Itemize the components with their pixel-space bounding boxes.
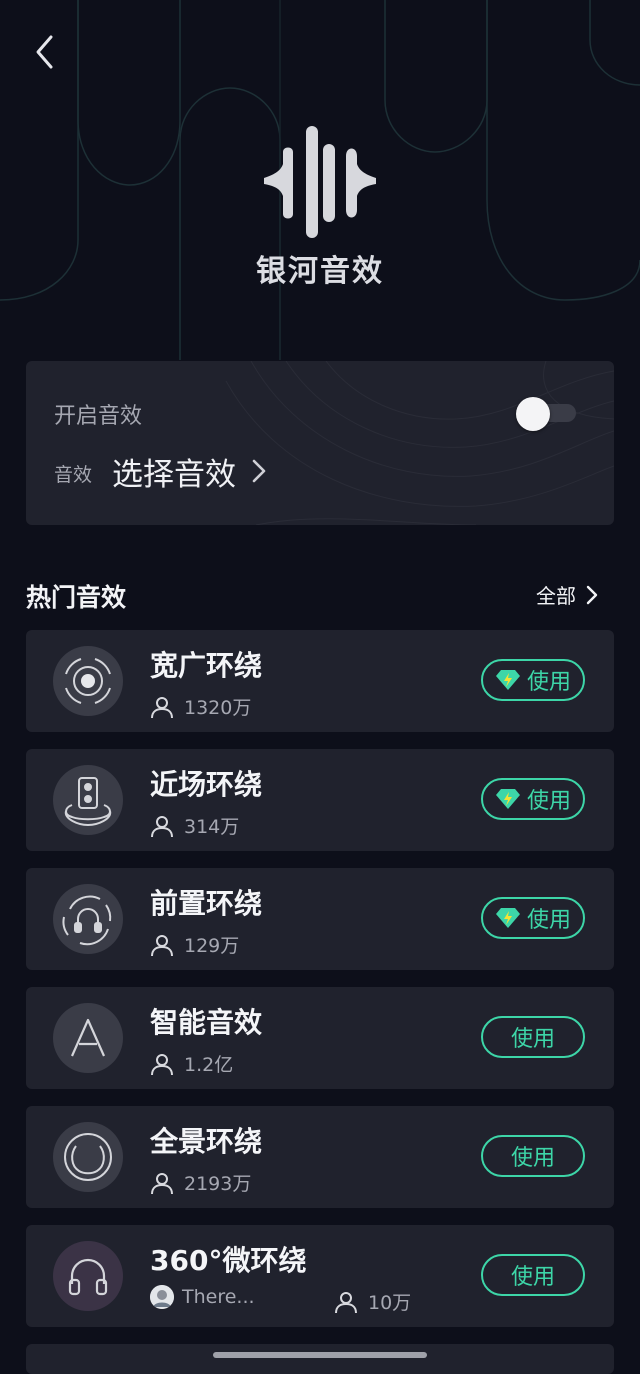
user-count: 1320万 [150,693,251,720]
use-button[interactable]: 使用 [481,778,585,820]
galaxy-sound-logo-icon [264,126,376,238]
effect-name: 宽广环绕 [150,649,263,682]
use-button[interactable]: 使用 [481,1135,585,1177]
effect-name: 前置环绕 [150,887,263,920]
vip-diamond-icon [495,789,520,809]
chevron-right-icon [586,585,598,604]
effect-icon-container [53,1122,123,1192]
chevron-left-icon [36,35,53,69]
use-button-label: 使用 [526,670,571,695]
effect-icon-container [53,884,123,954]
effect-icon-container [53,1241,123,1311]
see-all-button[interactable]: 全部 [536,580,598,609]
brand-name: 银河音效 [256,254,384,289]
use-button-label: 使用 [526,789,571,814]
back-button[interactable] [26,30,62,74]
user-count: 1.2亿 [150,1050,233,1077]
panorama-icon [64,1133,112,1181]
popular-effects-title: 热门音效 [26,583,127,612]
headphones-icon [68,1258,108,1296]
use-button-label: 使用 [510,1027,555,1052]
topographic-pattern [225,361,614,525]
user-count-value: 1320万 [184,697,252,719]
use-button-label: 使用 [510,1265,555,1290]
effect-name: 近场环绕 [150,768,263,801]
user-icon [151,1053,173,1075]
effect-item[interactable]: 360°微环绕 There... 10万 使用 [26,1225,614,1327]
headphone-surround-icon [62,895,112,946]
effect-item-partial[interactable] [26,1344,614,1374]
user-icon [151,696,173,718]
effect-item[interactable]: 智能音效 1.2亿 使用 [26,987,614,1089]
creator-info: There... [150,1285,255,1309]
home-indicator[interactable] [213,1352,427,1358]
wide-surround-icon [65,658,111,704]
speaker-icon [64,777,112,827]
effect-icon-container [53,646,123,716]
user-count: 10万 [334,1288,411,1315]
effect-name: 全景环绕 [150,1125,263,1158]
user-count-value: 129万 [184,935,240,957]
effect-icon-container [53,765,123,835]
chevron-right-icon [252,459,266,483]
user-count-value: 1.2亿 [184,1054,234,1076]
vip-diamond-icon [495,670,520,690]
user-count-value: 2193万 [184,1173,252,1195]
user-icon [151,1172,173,1194]
vip-diamond-icon [495,908,520,928]
hero-banner: 银河音效 [0,0,640,360]
use-button[interactable]: 使用 [481,897,585,939]
user-count: 314万 [150,812,239,839]
use-button-label: 使用 [526,908,571,933]
sound-effect-control-card: 开启音效 音效 选择音效 [26,361,614,525]
avatar-icon [150,1285,174,1309]
effect-label: 音效 [54,464,93,486]
use-button[interactable]: 使用 [481,1016,585,1058]
user-count: 2193万 [150,1169,251,1196]
effect-name: 360°微环绕 [150,1244,307,1277]
use-button-label: 使用 [510,1146,555,1171]
select-effect-button[interactable]: 选择音效 [112,449,266,493]
effect-item[interactable]: 前置环绕 129万 使用 [26,868,614,970]
user-icon [335,1291,357,1313]
use-button[interactable]: 使用 [481,1254,585,1296]
effect-item[interactable]: 全景环绕 2193万 使用 [26,1106,614,1208]
effect-list: 宽广环绕 1320万 使用 近场环绕 314万 使用 前置环绕 129万 使用 … [26,630,614,1344]
effect-name: 智能音效 [150,1006,263,1039]
effect-item[interactable]: 宽广环绕 1320万 使用 [26,630,614,732]
user-count-value: 314万 [184,816,240,838]
user-count: 129万 [150,931,239,958]
use-button[interactable]: 使用 [481,659,585,701]
toggle-knob [516,397,550,431]
creator-name: There... [182,1286,255,1308]
enable-sound-effect-label: 开启音效 [54,404,143,429]
sound-effect-toggle[interactable] [516,397,576,431]
user-icon [151,934,173,956]
select-effect-label: 选择音效 [112,456,236,493]
user-count-value: 10万 [368,1292,412,1314]
see-all-label: 全部 [536,584,576,608]
user-icon [151,815,173,837]
effect-icon-container [53,1003,123,1073]
letter-a-icon [70,1018,106,1057]
effect-item[interactable]: 近场环绕 314万 使用 [26,749,614,851]
creator-avatar [150,1285,174,1309]
